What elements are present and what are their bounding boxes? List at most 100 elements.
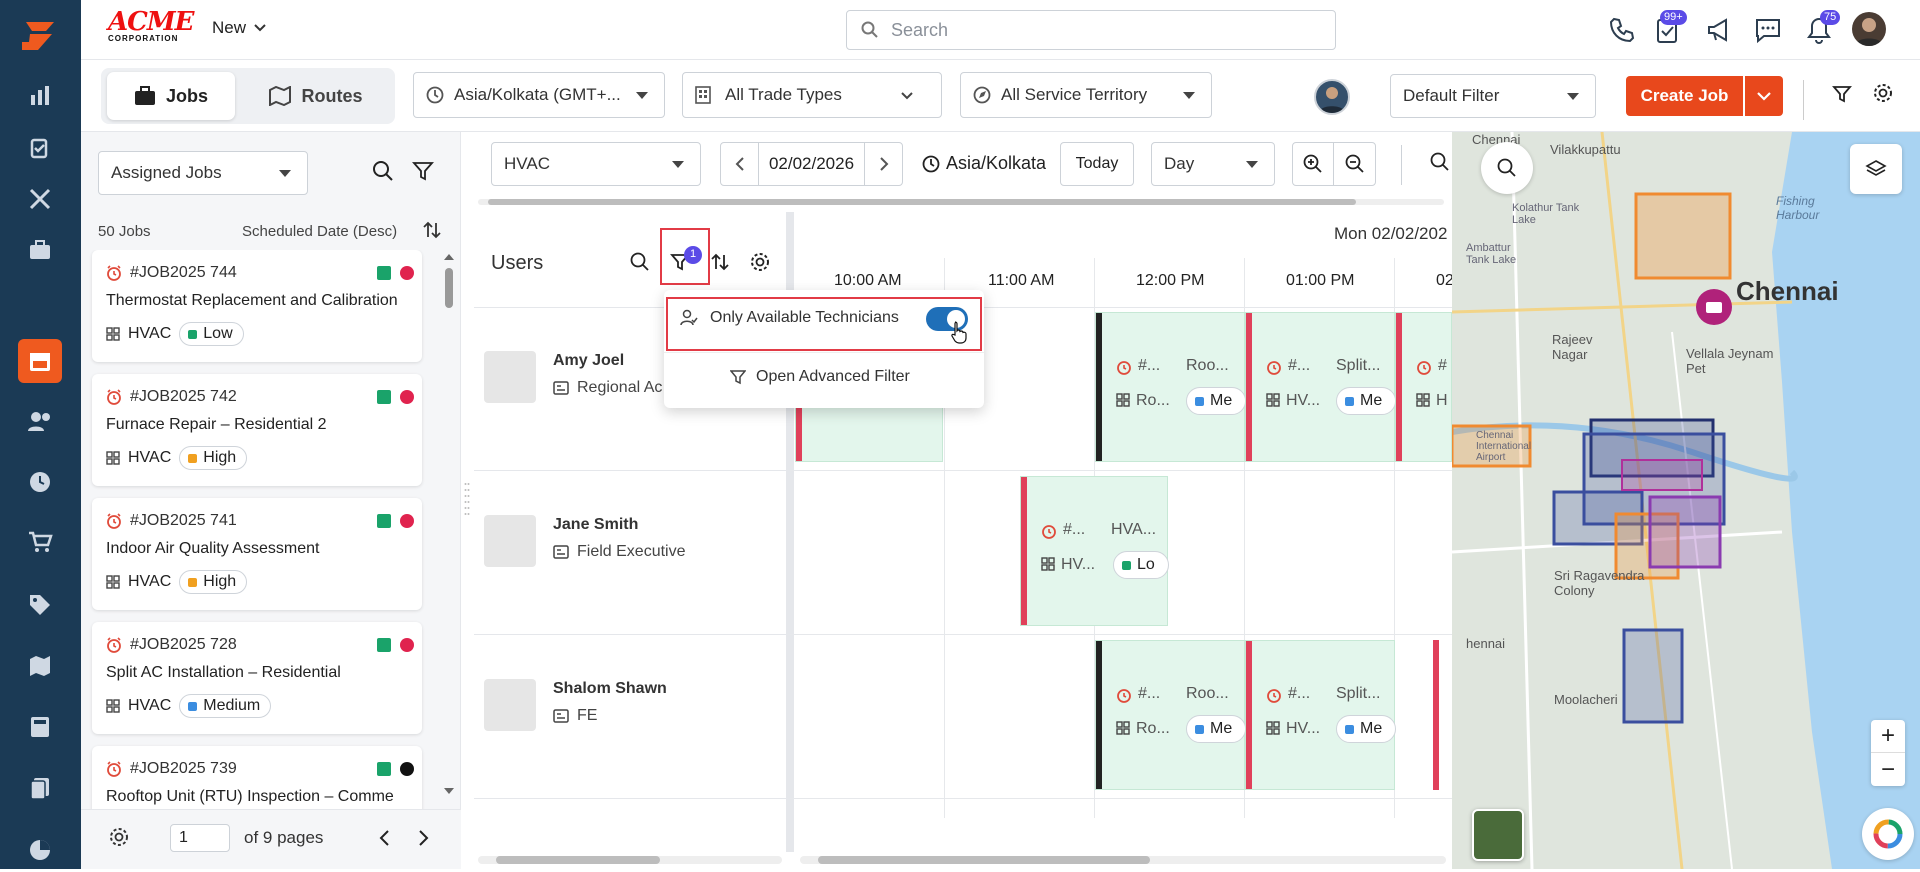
sort-label[interactable]: Scheduled Date (Desc) (242, 223, 397, 240)
view-select[interactable]: Day (1151, 142, 1275, 186)
chat-icon[interactable] (1754, 16, 1782, 49)
clock-icon[interactable] (18, 460, 62, 504)
top-scroll-thumb[interactable] (488, 199, 1356, 205)
saved-filter-select[interactable]: Default Filter (1390, 74, 1596, 118)
phone-icon[interactable] (1608, 16, 1636, 49)
tag-icon[interactable] (18, 583, 62, 627)
today-button[interactable]: Today (1060, 142, 1134, 186)
job-list-scrollbar[interactable] (442, 250, 456, 800)
user-row[interactable]: Jane Smith Field Executive (474, 471, 790, 635)
tab-routes[interactable]: Routes (241, 72, 391, 120)
job-status-dot (400, 638, 414, 652)
zoom-out-button[interactable] (1334, 143, 1375, 185)
grid-line (790, 470, 1452, 471)
trade-types-select[interactable]: All Trade Types (682, 72, 942, 118)
user-name: Shalom Shawn (553, 680, 667, 697)
prev-page-icon[interactable] (378, 829, 390, 852)
user-row[interactable]: Shalom Shawn FE (474, 635, 790, 799)
tab-jobs[interactable]: Jobs (107, 72, 235, 120)
event-title: Roo... (1186, 357, 1229, 374)
date-value[interactable]: 02/02/2026 (759, 154, 864, 174)
settings-gear-icon[interactable] (108, 826, 130, 853)
assistant-button[interactable] (1862, 808, 1914, 860)
scroll-thumb[interactable] (445, 268, 453, 308)
event-id: #... (1063, 521, 1086, 538)
schedule-event[interactable]: #... Roo... Ro... Me (1095, 640, 1246, 790)
search-icon[interactable] (1430, 152, 1450, 177)
sort-arrows-icon[interactable] (710, 252, 730, 277)
map-search-button[interactable] (1481, 142, 1533, 194)
schedule-event[interactable]: # H (1395, 312, 1452, 462)
calendar-icon[interactable] (18, 339, 62, 383)
tools-icon[interactable] (18, 177, 62, 221)
users-icon[interactable] (18, 399, 62, 443)
zoom-in-button[interactable] (1293, 143, 1335, 185)
job-card[interactable]: #JOB2025 744 Thermostat Replacement and C… (92, 250, 422, 362)
filter-icon[interactable] (1832, 84, 1852, 109)
megaphone-icon[interactable] (1706, 16, 1734, 49)
filter-icon[interactable] (412, 160, 434, 187)
documents-icon[interactable] (18, 766, 62, 810)
schedule-event[interactable]: #... Split... HV... Me (1245, 640, 1396, 790)
settings-gear-icon[interactable] (1872, 82, 1894, 109)
available-technicians-row[interactable]: Only Available Technicians (680, 309, 899, 327)
settings-gear-icon[interactable] (749, 251, 771, 278)
job-card[interactable]: #JOB2025 739 Rooftop Unit (RTU) Inspectio… (92, 746, 422, 810)
satellite-view-thumbnail[interactable] (1472, 809, 1524, 861)
prev-day-button[interactable] (721, 143, 759, 185)
create-job-dropdown[interactable] (1745, 76, 1783, 116)
service-territory-select[interactable]: All Service Territory (960, 72, 1212, 118)
user-avatar[interactable] (1852, 12, 1886, 46)
users-scroll-thumb[interactable] (496, 856, 660, 864)
next-page-icon[interactable] (418, 829, 430, 852)
map-label: Rajeev Nagar (1552, 332, 1593, 362)
dashboard-icon[interactable] (18, 74, 62, 118)
user-role-text: FE (577, 707, 598, 724)
map-icon[interactable] (18, 644, 62, 688)
map-layers-button[interactable] (1850, 144, 1902, 194)
app-logo-icon[interactable] (18, 14, 62, 58)
map-zoom-out-icon[interactable]: − (1871, 753, 1905, 786)
global-search-input[interactable]: Search (846, 10, 1336, 50)
time-label: 11:00 AM (988, 272, 1055, 289)
schedule-event[interactable]: #... Split... HV... Me (1245, 312, 1396, 462)
tasks-header-icon[interactable]: 99+ (1656, 10, 1687, 46)
priority-pill: Me (1186, 387, 1246, 415)
job-list-filter-select[interactable]: Assigned Jobs (98, 151, 308, 195)
next-day-button[interactable] (864, 143, 902, 185)
dispatcher-avatar[interactable] (1314, 79, 1350, 115)
invoice-icon[interactable] (18, 705, 62, 749)
create-job-button[interactable]: Create Job (1626, 76, 1743, 116)
resize-handle[interactable] (464, 480, 470, 520)
timezone-select[interactable]: Asia/Kolkata (GMT+... (413, 72, 665, 118)
job-card[interactable]: #JOB2025 741 Indoor Air Quality Assessmen… (92, 498, 422, 610)
schedule-event[interactable]: #... Roo... Ro... Me (1095, 312, 1246, 462)
event-status-bar[interactable] (1433, 640, 1439, 790)
sort-arrows-icon[interactable] (422, 220, 442, 245)
map-zoom-in-icon[interactable]: + (1871, 720, 1905, 753)
notifications-bell-icon[interactable]: 75 (1806, 10, 1841, 46)
timeline-scroll-thumb[interactable] (818, 856, 1150, 864)
event-trade: Ro... (1136, 392, 1170, 409)
search-icon[interactable] (630, 252, 650, 277)
briefcase-icon[interactable] (18, 228, 62, 272)
priority-dot (188, 453, 198, 463)
new-menu[interactable]: New (212, 18, 266, 38)
trade-select[interactable]: HVAC (491, 142, 701, 186)
page-number-input[interactable]: 1 (170, 824, 230, 852)
event-status-bar (1396, 313, 1402, 461)
map-panel[interactable]: Chennai Vilakkupattu Fishing Harbour Kol… (1452, 132, 1920, 869)
job-card[interactable]: #JOB2025 742 Furnace Repair – Residential… (92, 374, 422, 486)
event-pill-text: Lo (1137, 556, 1155, 573)
event-status-bar (1021, 477, 1027, 625)
open-advanced-filter-link[interactable]: Open Advanced Filter (730, 368, 910, 386)
company-logo[interactable]: ACME CORPORATION (108, 9, 194, 46)
search-icon[interactable] (372, 160, 394, 187)
job-card[interactable]: #JOB2025 728 Split AC Installation – Resi… (92, 622, 422, 734)
schedule-event[interactable]: #... HVA... HV... Lo (1020, 476, 1169, 626)
priority-pill: Me (1336, 715, 1396, 743)
tasks-icon[interactable] (18, 126, 62, 170)
reports-pie-icon[interactable] (18, 828, 62, 872)
cart-icon[interactable] (18, 520, 62, 564)
grid-line (790, 798, 1452, 799)
